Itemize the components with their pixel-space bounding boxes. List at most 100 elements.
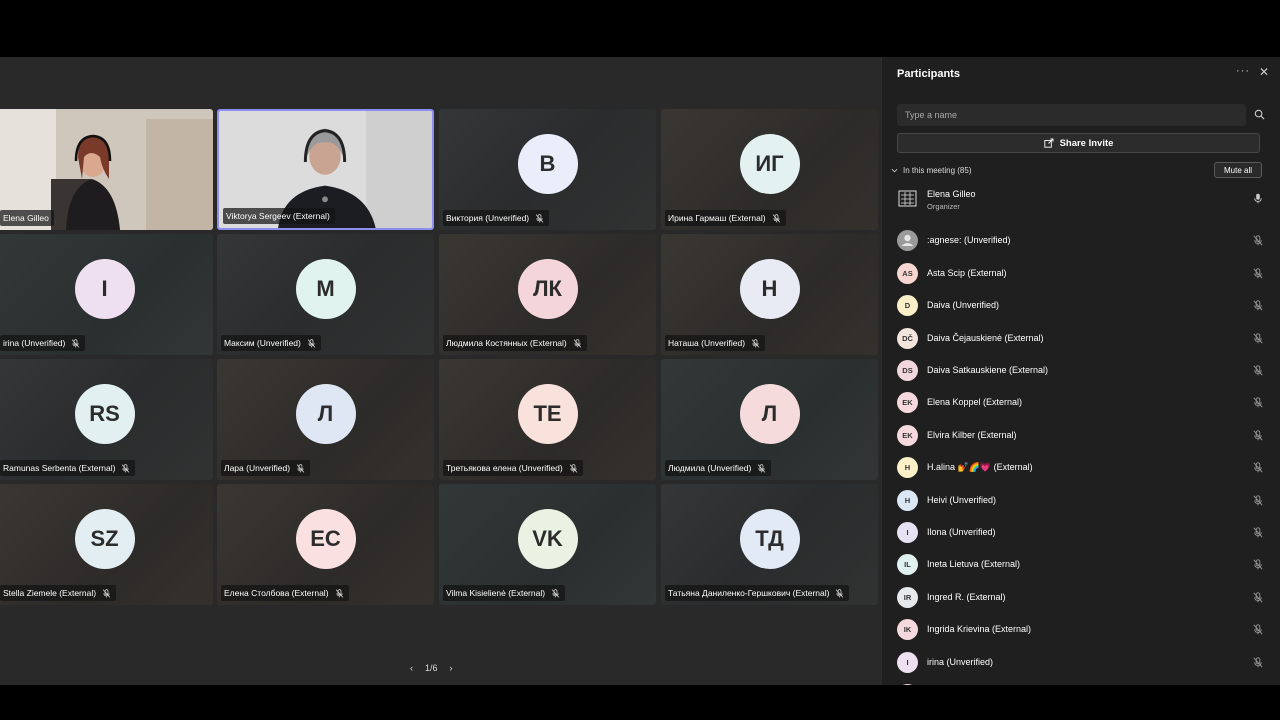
search-icon[interactable] xyxy=(1254,109,1265,120)
mic-off-icon[interactable] xyxy=(1253,235,1263,246)
teams-meeting-window: Elena Gilleo Viktorya Sergeev (External) В… xyxy=(0,57,1280,685)
participant-row[interactable]: D Daiva (Unverified) xyxy=(882,290,1280,322)
mic-off-icon[interactable] xyxy=(1253,430,1263,441)
participant-avatar: AS xyxy=(897,262,918,284)
mic-off-icon[interactable] xyxy=(1253,462,1263,473)
participant-name: Viktorya Sergeev (External) xyxy=(226,211,330,221)
mic-off-icon[interactable] xyxy=(1253,494,1263,506)
mic-off-icon[interactable] xyxy=(1253,592,1263,603)
participant-name: Наташа (Unverified) xyxy=(668,338,746,348)
participant-tile[interactable]: VK Vilma Kisielienė (External) xyxy=(439,484,656,605)
participant-name-tag: Ирина Гармаш (External) xyxy=(665,210,786,226)
prev-page-button[interactable]: ‹ xyxy=(410,663,413,673)
participant-tile[interactable]: Л Лара (Unverified) xyxy=(217,359,434,480)
participant-tile[interactable]: Elena Gilleo xyxy=(0,109,213,230)
participant-name: irina (Unverified) xyxy=(3,338,66,348)
participant-tile[interactable]: TE Третьякова елена (Unverified) xyxy=(439,359,656,480)
mic-off-icon[interactable] xyxy=(1253,559,1263,570)
participant-role: Organizer xyxy=(927,202,960,211)
participant-name: Elena Gilleo xyxy=(927,189,976,199)
participant-tile[interactable]: В Виктория (Unverified) xyxy=(439,109,656,230)
mic-off-icon[interactable] xyxy=(1253,268,1263,279)
participant-row[interactable]: EK Elvira Kilber (External) xyxy=(882,420,1280,452)
participant-row[interactable]: EK Elena Koppel (External) xyxy=(882,387,1280,419)
mic-off-icon[interactable] xyxy=(1253,397,1263,408)
participant-avatar: I xyxy=(897,684,918,685)
mic-off-icon xyxy=(122,463,130,473)
close-icon[interactable]: ✕ xyxy=(1259,65,1269,79)
participant-tile[interactable]: Л Людмила (Unverified) xyxy=(661,359,878,480)
search-input[interactable] xyxy=(897,104,1246,126)
page-navigator: ‹ 1/6 › xyxy=(410,663,453,673)
participant-row[interactable]: H Heivi (Unverified) xyxy=(882,485,1280,517)
participant-tile[interactable]: Н Наташа (Unverified) xyxy=(661,234,878,355)
participant-row[interactable]: IR Ingred R. (External) xyxy=(882,582,1280,614)
participant-avatar: Н xyxy=(739,258,800,319)
participant-name: Татьяна Даниленко-Гершкович (External) xyxy=(668,588,830,598)
participant-row[interactable]: DČ Daiva Čejauskienė (External) xyxy=(882,323,1280,355)
share-icon xyxy=(1043,138,1054,148)
mic-off-icon[interactable] xyxy=(1253,365,1263,376)
participant-row[interactable]: :agnese: (Unverified) xyxy=(882,225,1280,257)
participant-name: Asta Scip (External) xyxy=(927,267,1007,278)
participant-avatar: DČ xyxy=(897,327,918,349)
participant-name: Ingrida Krievina (External) xyxy=(927,624,1032,635)
participant-avatar: I xyxy=(897,651,918,673)
participant-avatar: D xyxy=(897,295,918,317)
participant-row[interactable]: Iirina (Unverified) xyxy=(882,647,1280,679)
participant-tile[interactable]: ИГ Ирина Гармаш (External) xyxy=(661,109,878,230)
mic-off-icon[interactable] xyxy=(1253,624,1263,635)
participant-row[interactable]: H H.alina 💅🌈💗 (External) xyxy=(882,452,1280,484)
participant-avatar: VK xyxy=(517,508,578,569)
participant-name: Elvira Kilber (External) xyxy=(927,429,1017,440)
participant-name: Vilma Kisielienė (External) xyxy=(446,588,546,598)
participant-tile[interactable]: ЛК Людмила Костянных (External) xyxy=(439,234,656,355)
participant-tile[interactable]: EC Елена Столбова (External) xyxy=(217,484,434,605)
mic-off-icon xyxy=(72,338,80,348)
video-stage: Elena Gilleo Viktorya Sergeev (External) В… xyxy=(0,57,881,685)
mic-off-icon[interactable] xyxy=(1253,656,1263,668)
participants-panel: Participants ··· ✕ Share Invite In this … xyxy=(881,57,1280,685)
participant-tile[interactable]: SZ Stella Ziemele (External) xyxy=(0,484,213,605)
participant-name: Ilona (Unverified) xyxy=(927,527,996,537)
mic-off-icon[interactable] xyxy=(1253,300,1263,311)
participant-name-tag: Viktorya Sergeev (External) xyxy=(223,208,335,224)
mic-on-icon[interactable] xyxy=(1253,193,1263,204)
in-meeting-section-toggle[interactable]: In this meeting (85) xyxy=(891,166,971,175)
participant-tile[interactable]: М Максим (Unverified) xyxy=(217,234,434,355)
mic-off-icon[interactable] xyxy=(1253,527,1263,538)
mic-off-icon xyxy=(751,338,760,348)
participant-name: :agnese: (Unverified) xyxy=(927,235,1011,246)
participant-name: Ирина Гармаш (External) xyxy=(668,213,766,223)
participant-avatar: EK xyxy=(897,392,918,414)
participant-avatar: IR xyxy=(897,586,918,608)
participant-row[interactable]: IIveta (Unverified) xyxy=(882,679,1280,685)
participant-avatar: В xyxy=(517,133,578,194)
participant-name: Елена Столбова (External) xyxy=(224,588,329,598)
participant-avatar: TE xyxy=(517,383,578,444)
participant-avatar: IL xyxy=(897,554,918,576)
mic-off-icon xyxy=(296,463,305,473)
participant-tile[interactable]: Iirina (Unverified) xyxy=(0,234,213,355)
mute-all-button[interactable]: Mute all xyxy=(1214,162,1262,178)
more-options-icon[interactable]: ··· xyxy=(1236,65,1250,77)
next-page-button[interactable]: › xyxy=(450,663,453,673)
participant-tile[interactable]: RS Ramunas Serbenta (External) xyxy=(0,359,213,480)
participant-row[interactable]: DS Daiva Satkauskiene (External) xyxy=(882,355,1280,387)
participant-row[interactable]: AS Asta Scip (External) xyxy=(882,258,1280,290)
participant-row[interactable]: IK Ingrida Krievina (External) xyxy=(882,614,1280,646)
share-invite-button[interactable]: Share Invite xyxy=(897,133,1260,153)
participant-avatar: М xyxy=(295,258,356,319)
participant-name: Elena Koppel (External) xyxy=(927,397,1023,408)
participant-row[interactable]: I Ilona (Unverified) xyxy=(882,517,1280,549)
participant-name: Daiva (Unverified) xyxy=(927,300,1000,311)
participant-name: irina (Unverified) xyxy=(927,656,994,667)
participant-name-tag: Людмила Костянных (External) xyxy=(443,335,587,351)
mic-off-icon xyxy=(535,213,544,223)
mic-off-icon[interactable] xyxy=(1253,332,1263,344)
participant-tile[interactable]: Viktorya Sergeev (External) xyxy=(217,109,434,230)
participant-row[interactable]: Elena Gilleo Organizer xyxy=(882,183,1280,215)
participant-avatar: Л xyxy=(295,383,356,444)
participant-row[interactable]: IL Ineta Lietuva (External) xyxy=(882,549,1280,581)
participant-tile[interactable]: ТД Татьяна Даниленко-Гершкович (External) xyxy=(661,484,878,605)
